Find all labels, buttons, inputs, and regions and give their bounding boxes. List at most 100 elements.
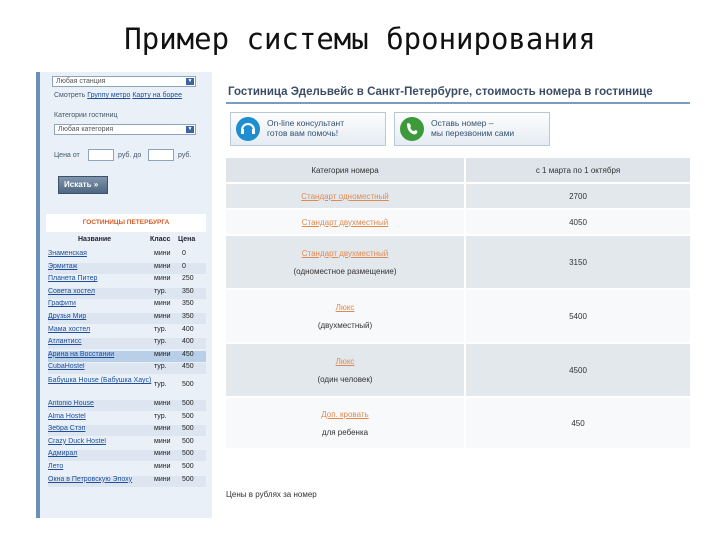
title-divider: [226, 102, 690, 104]
hotel-row[interactable]: Мама хостел тур. 400: [48, 326, 206, 337]
hotel-name-link[interactable]: Окна в Петровскую Эпоху: [48, 476, 154, 483]
room-description: (один человек): [317, 374, 373, 384]
callback-button[interactable]: Оставь номер – мы перезвоним сами: [394, 112, 550, 146]
hotel-price: 500: [182, 475, 194, 483]
room-category-cell: Стандарт одноместный: [226, 184, 466, 208]
hotel-name-link[interactable]: Друзья Мир: [48, 313, 154, 320]
hotel-row[interactable]: Эрмитаж мини 0: [48, 262, 206, 274]
online-consultant-button[interactable]: On-line консультант готов вам помочь!: [230, 112, 386, 146]
hotel-name-link[interactable]: Crazy Duck Hostel: [48, 438, 154, 445]
room-description: (двухместный): [317, 320, 373, 330]
view-label: Смотреть: [54, 92, 86, 99]
hotel-row[interactable]: Арина на Восстании мини 450: [48, 350, 206, 362]
hotel-row[interactable]: CubaHostel тур. 450: [48, 363, 206, 375]
hotel-name-link[interactable]: CubaHostel: [48, 363, 154, 370]
hotel-name-link[interactable]: Лето: [48, 463, 154, 470]
hotel-name-link[interactable]: Мама хостел: [48, 326, 154, 333]
room-row: Люкс (двухместный) 5400: [226, 290, 692, 342]
hotel-price: 500: [182, 450, 194, 458]
room-name-link[interactable]: Стандарт одноместный: [226, 192, 464, 201]
hotel-name-link[interactable]: Адмирал: [48, 450, 154, 457]
callback-line2: мы перезвоним сами: [431, 128, 515, 138]
hotel-row[interactable]: Атлантисс тур. 400: [48, 338, 206, 350]
hotel-name-link[interactable]: Эрмитаж: [48, 263, 154, 270]
hotel-row[interactable]: Графити мини 350: [48, 300, 206, 311]
hotel-row[interactable]: Друзья Мир мини 350: [48, 313, 206, 324]
chevron-down-icon: ▼: [186, 78, 194, 85]
hotel-price: 500: [182, 463, 194, 470]
hotel-row[interactable]: Бабушка House (Бабушка Хаус) тур. 500: [48, 376, 206, 398]
map-link[interactable]: Карту на борее: [132, 92, 182, 99]
category-select[interactable]: Любая категория ▼: [54, 124, 196, 135]
hotel-row[interactable]: Antonio House мини 500: [48, 400, 206, 411]
hotel-class: тур.: [154, 338, 167, 346]
hotel-name-link[interactable]: Планета Питер: [48, 275, 154, 282]
category-select-value: Любая категория: [58, 126, 114, 133]
room-name-link[interactable]: Стандарт двухместный: [226, 249, 464, 258]
hotel-class: тур.: [154, 381, 167, 388]
price-from-input[interactable]: [88, 149, 114, 161]
hotel-class: мини: [154, 463, 171, 470]
metro-list-link[interactable]: Группу метро: [87, 92, 130, 99]
hotel-name-link[interactable]: Совета хостел: [48, 288, 154, 295]
room-name-link[interactable]: Люкс: [226, 303, 464, 312]
hotel-price: 0: [182, 262, 186, 270]
hotel-row[interactable]: Адмирал мини 500: [48, 450, 206, 462]
hotel-row[interactable]: Совета хостел тур. 350: [48, 287, 206, 299]
col-class-header: Класс: [150, 236, 171, 243]
hotel-price: 450: [182, 363, 194, 371]
station-select[interactable]: Любая станция ▼: [52, 76, 196, 87]
hotel-name-link[interactable]: Antonio House: [48, 400, 154, 407]
hotel-row[interactable]: Лето мини 500: [48, 463, 206, 474]
hotel-class: мини: [154, 275, 171, 283]
hotel-price: 350: [182, 287, 194, 295]
hotel-row[interactable]: Crazy Duck Hostel мини 500: [48, 438, 206, 449]
hotel-class: мини: [154, 450, 171, 458]
room-name-link[interactable]: Стандарт двухместный: [226, 218, 464, 227]
hotel-name-link[interactable]: Атлантисс: [48, 338, 154, 345]
hotel-class: мини: [154, 350, 171, 358]
hotels-header: ГОСТИНИЦЫ ПЕТЕРБУРГА: [46, 214, 206, 232]
room-name-link[interactable]: Люкс: [226, 357, 464, 366]
hotel-name-link[interactable]: Арина на Восстании: [48, 351, 154, 358]
callback-text: Оставь номер – мы перезвоним сами: [431, 118, 514, 138]
room-category-cell: Люкс (один человек): [226, 344, 466, 396]
hotel-class: тур.: [154, 363, 167, 371]
hotel-row[interactable]: Alma Hostel тур. 500: [48, 413, 206, 424]
hotel-search-sidebar: Любая станция ▼ Смотреть Группу метро Ка…: [36, 72, 212, 518]
hotel-name-link[interactable]: Знаменская: [48, 250, 154, 257]
hotel-class: тур.: [154, 325, 167, 333]
online-line2: готов вам помочь!: [267, 128, 339, 138]
room-price: 4050: [466, 210, 692, 234]
room-name-link[interactable]: Доп. кровать: [226, 410, 464, 419]
room-category-cell: Стандарт двухместный (одноместное размеще…: [226, 236, 466, 288]
price-to-input[interactable]: [148, 149, 174, 161]
hotel-name-link[interactable]: Зебра Стэп: [48, 425, 154, 432]
page-title: Гостиница Эдельвейс в Санкт-Петербурге, …: [228, 86, 653, 98]
hotel-price: 450: [182, 350, 194, 358]
online-consultant-text: On-line консультант готов вам помочь!: [267, 118, 344, 138]
hotel-price: 500: [182, 400, 194, 407]
room-row: Стандарт двухместный (одноместное размеще…: [226, 236, 692, 288]
hotel-price: 400: [182, 325, 194, 333]
search-button[interactable]: Искать »: [58, 176, 108, 194]
view-label-row: Смотреть Группу метро Карту на борее: [54, 92, 182, 99]
room-description: (одноместное размещение): [293, 266, 397, 276]
hotel-row[interactable]: Зебра Стэп мини 500: [48, 425, 206, 437]
category-label: Категории гостиниц: [54, 112, 118, 119]
room-price: 5400: [466, 290, 692, 342]
price-from-label: Цена от: [54, 152, 80, 159]
room-row: Люкс (один человек) 4500: [226, 344, 692, 396]
hotel-class: мини: [154, 300, 171, 308]
hotel-row[interactable]: Окна в Петровскую Эпоху мини 500: [48, 475, 206, 487]
hotel-name-link[interactable]: Графити: [48, 300, 154, 307]
room-category-cell: Доп. кровать для ребенка: [226, 398, 466, 448]
hotel-price: 350: [182, 313, 194, 320]
hotel-name-link[interactable]: Бабушка House (Бабушка Хаус): [48, 376, 154, 386]
price-to-label: руб.: [178, 152, 192, 159]
hotel-row[interactable]: Знаменская мини 0: [48, 250, 206, 261]
hotel-name-link[interactable]: Alma Hostel: [48, 413, 154, 420]
room-row: Стандарт двухместный 4050: [226, 210, 692, 234]
hotel-row[interactable]: Планета Питер мини 250: [48, 275, 206, 286]
hotel-price: 500: [182, 437, 194, 445]
